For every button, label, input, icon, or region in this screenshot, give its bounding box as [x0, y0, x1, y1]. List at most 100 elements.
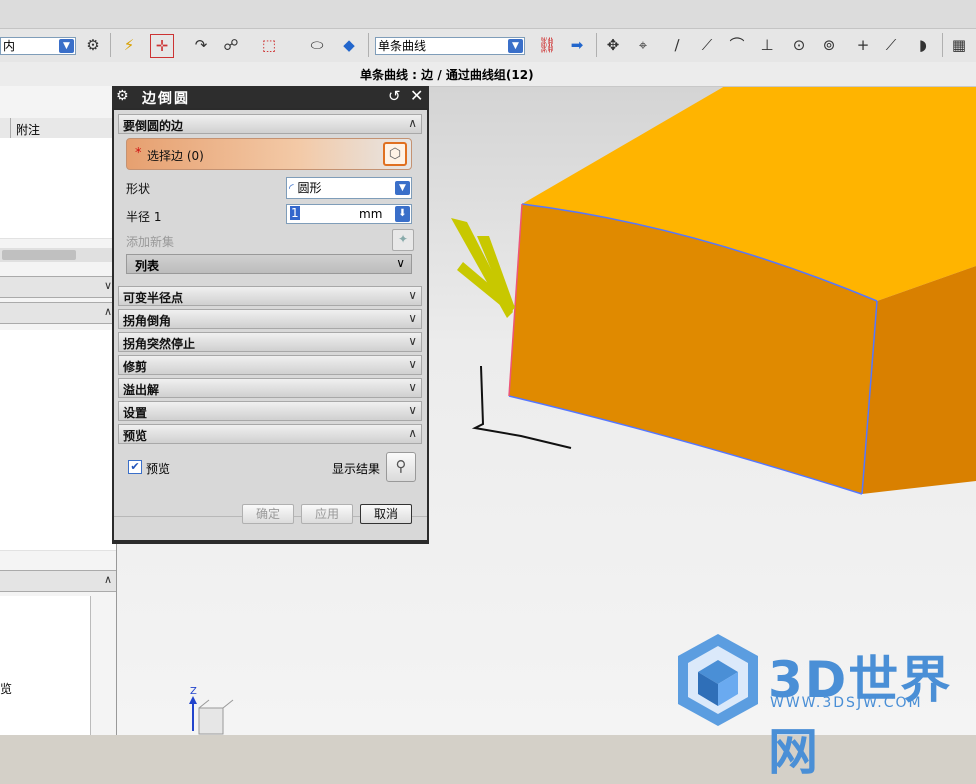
cube-select-icon[interactable]: ⬡	[383, 142, 407, 166]
chevron-down-icon[interactable]: ∨	[408, 334, 417, 348]
chevron-up-icon[interactable]: ∧	[408, 116, 417, 130]
cube-select-icon[interactable]: ◆	[338, 34, 360, 56]
details-panel-bar[interactable]: ∧	[0, 302, 116, 324]
chevron-down-icon[interactable]: ▼	[395, 181, 410, 195]
eraser-icon[interactable]: ⬭	[306, 34, 328, 56]
dialog-title: 边倒圆	[142, 91, 190, 107]
snap-point-icon[interactable]: ⚡	[118, 34, 140, 56]
reset-icon[interactable]: ↺	[388, 87, 401, 105]
chevron-down-icon[interactable]: ∨	[104, 279, 112, 292]
section-variable-radius-points[interactable]: 可变半径点 ∨	[118, 286, 422, 306]
status-text: 单条曲线 : 边 / 通过曲线组(12)	[360, 68, 534, 82]
horizontal-scrollbar[interactable]	[0, 248, 116, 262]
list-item[interactable]	[0, 178, 116, 199]
list-item[interactable]	[0, 390, 116, 411]
radius-unit: mm	[359, 207, 383, 221]
filter-settings-icon[interactable]: ⚙	[82, 34, 104, 56]
chevron-down-icon[interactable]: ∨	[408, 380, 417, 394]
bounded-grid-icon[interactable]: ◗	[912, 34, 934, 56]
preview-panel-bar[interactable]: ∧	[0, 570, 116, 592]
scroll-thumb[interactable]	[2, 250, 76, 260]
section-trim[interactable]: 修剪 ∨	[118, 355, 422, 375]
magnifier-icon[interactable]: ⚲	[386, 452, 416, 482]
ok-button[interactable]: 确定	[242, 504, 294, 524]
chevron-down-icon[interactable]: ∨	[408, 311, 417, 325]
type-filter-combo[interactable]: 内 ▼	[0, 37, 76, 55]
list-item[interactable]	[0, 470, 116, 491]
watermark-text: 3D世界网	[768, 651, 953, 781]
close-icon[interactable]: ✕	[410, 86, 423, 105]
add-new-set-label: 添加新集	[126, 235, 175, 249]
shape-combo[interactable]: ◜ 圆形 ▼	[286, 177, 412, 199]
line-icon[interactable]: ∕	[666, 34, 688, 56]
cancel-button[interactable]: 取消	[360, 504, 412, 524]
list-item[interactable]	[0, 370, 116, 391]
list-item[interactable]	[0, 490, 116, 511]
point-on-curve-icon[interactable]: +	[852, 34, 874, 56]
list-item[interactable]	[0, 410, 116, 431]
move-handles-icon[interactable]: ✥	[602, 34, 624, 56]
navigator-header: 附注	[0, 118, 116, 139]
arrow-right-icon[interactable]: ➡	[566, 34, 588, 56]
section-title: 拐角突然停止	[123, 337, 196, 351]
dependencies-panel-bar[interactable]: ∨	[0, 276, 116, 298]
chevron-up-icon[interactable]: ∧	[104, 305, 112, 318]
list-item[interactable]	[0, 430, 116, 451]
preview-partial-label: 览	[0, 682, 13, 696]
point-on-face-icon[interactable]: ⟋	[880, 34, 902, 56]
chevron-down-icon[interactable]: ∨	[408, 288, 417, 302]
endpoint-icon[interactable]: ⟋	[696, 34, 718, 56]
curve-chain-icon[interactable]: ⛓	[536, 34, 558, 56]
select-tool-icon[interactable]: ☍	[220, 34, 242, 56]
column-header-notes: 附注	[16, 123, 41, 137]
chevron-up-icon[interactable]: ∧	[104, 573, 112, 586]
intersection-icon[interactable]: ⊥	[756, 34, 778, 56]
rectangle-select-icon[interactable]: ⬚	[258, 34, 280, 56]
chevron-down-icon[interactable]: ▼	[59, 39, 74, 53]
grid-icon[interactable]: ▦	[948, 34, 970, 56]
section-preview[interactable]: 预览 ∧	[118, 424, 422, 444]
radius-field[interactable]: 1 mm ⬇	[286, 204, 412, 224]
snap-grid-icon[interactable]: ⌖	[632, 34, 654, 56]
arrow-down-icon[interactable]: ⬇	[395, 206, 410, 222]
list-item[interactable]	[0, 218, 116, 239]
control-point-icon[interactable]: ⌒	[726, 34, 748, 56]
list-item[interactable]	[0, 158, 116, 179]
section-title: 修剪	[123, 360, 148, 374]
curve-rule-combo[interactable]: 单条曲线 ▼	[375, 37, 525, 55]
list-item[interactable]	[0, 350, 116, 371]
chevron-up-icon[interactable]: ∧	[408, 426, 417, 440]
list-item[interactable]	[0, 450, 116, 471]
chevron-down-icon[interactable]: ∨	[396, 256, 405, 270]
arc-center-icon[interactable]: ⊙	[788, 34, 810, 56]
shape-label: 形状	[126, 182, 151, 196]
radius-value[interactable]: 1	[290, 206, 300, 220]
selection-arrow-marker	[451, 218, 515, 318]
list-item[interactable]	[0, 138, 116, 159]
add-new-set-button[interactable]: ✦	[392, 229, 414, 251]
list-item[interactable]	[0, 198, 116, 219]
select-edge-row[interactable]: * 选择边 (0) ⬡	[126, 138, 412, 170]
preview-checkbox[interactable]: ✔	[128, 460, 142, 474]
apply-button[interactable]: 应用	[301, 504, 353, 524]
list-toggle[interactable]: 列表 ∨	[126, 254, 412, 274]
list-item[interactable]	[0, 330, 116, 351]
gear-icon[interactable]: ⚙	[116, 88, 129, 104]
section-corner-stop[interactable]: 拐角突然停止 ∨	[118, 332, 422, 352]
toolbar-separator	[596, 33, 597, 57]
chevron-down-icon[interactable]: ∨	[408, 403, 417, 417]
list-item[interactable]	[0, 530, 116, 551]
quadrant-point-icon[interactable]: ⊚	[818, 34, 840, 56]
chevron-down-icon[interactable]: ▼	[508, 39, 523, 53]
list-item[interactable]	[0, 510, 116, 531]
quick-pick-icon[interactable]: ↷	[190, 34, 212, 56]
select-feature-icon[interactable]: ✛	[150, 34, 174, 58]
section-overflow[interactable]: 溢出解 ∨	[118, 378, 422, 398]
dialog-titlebar[interactable]: ⚙ 边倒圆 ↺ ✕	[112, 86, 429, 108]
section-corner-setback[interactable]: 拐角倒角 ∨	[118, 309, 422, 329]
chevron-down-icon[interactable]: ∨	[408, 357, 417, 371]
section-edges-to-blend[interactable]: 要倒圆的边 ∧	[118, 114, 422, 134]
view-triad-icon	[189, 696, 234, 735]
column-divider	[10, 118, 11, 138]
section-settings[interactable]: 设置 ∨	[118, 401, 422, 421]
